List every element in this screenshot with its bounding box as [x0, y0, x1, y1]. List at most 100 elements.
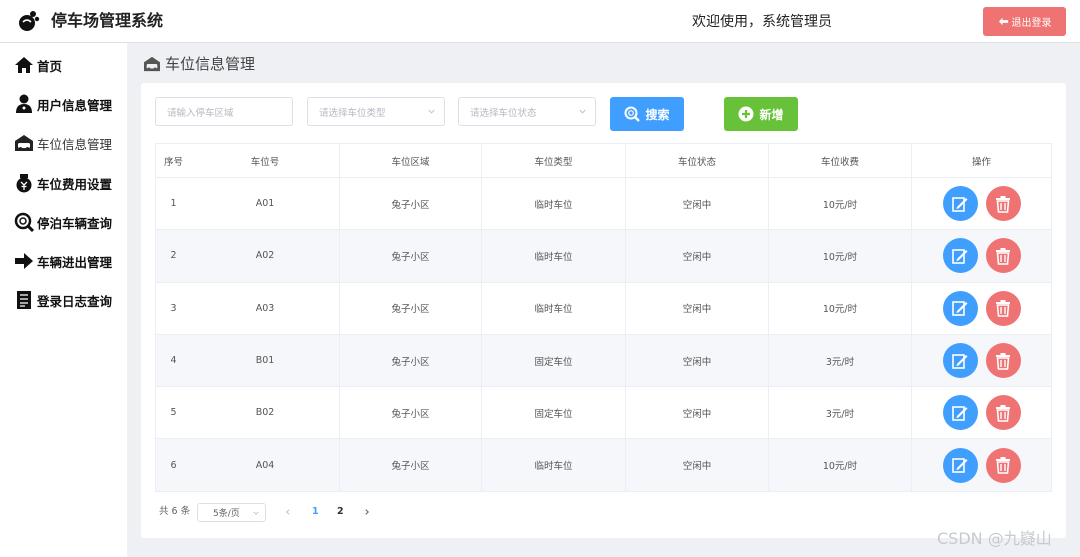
cell-area: 兔子小区	[339, 230, 481, 282]
garage-icon	[14, 133, 34, 153]
home-icon	[14, 55, 34, 75]
cell-space-no: A03	[255, 302, 275, 314]
cell-area: 兔子小区	[339, 282, 481, 334]
user-icon	[14, 94, 34, 114]
cell-area: 兔子小区	[339, 439, 481, 491]
sidebar-item-vehicle-in-out[interactable]: 车辆进出管理	[0, 244, 127, 278]
cell-status: 空闲中	[625, 439, 768, 491]
cell-fee: 10元/时	[768, 439, 911, 491]
cell-actions	[911, 282, 1051, 334]
top-header: 停车场管理系统 欢迎使用，系统管理员 退出登录	[0, 0, 1080, 43]
cell-type: 固定车位	[481, 334, 625, 387]
type-select[interactable]: 请选择车位类型	[307, 97, 445, 126]
cell-index: 2	[170, 250, 177, 262]
edit-button[interactable]	[942, 447, 978, 483]
edit-button[interactable]	[942, 290, 978, 326]
area-input[interactable]: 请输入停车区域	[155, 97, 293, 126]
parking-table: 序号 车位号 车位区域 车位类型 车位状态 车位收费 操作 1 A01 兔子小区…	[155, 143, 1052, 492]
page-1-button[interactable]: 1	[312, 503, 319, 521]
edit-button[interactable]	[942, 343, 978, 379]
cell-area: 兔子小区	[339, 334, 481, 387]
trash-icon	[996, 457, 1010, 474]
type-select-placeholder: 请选择车位类型	[319, 107, 386, 119]
logo-icon	[19, 11, 40, 31]
cell-status: 空闲中	[625, 387, 768, 439]
add-button[interactable]: 新增	[724, 97, 798, 131]
cell-space-no: A04	[255, 459, 275, 471]
cell-type: 临时车位	[481, 439, 625, 491]
header-actions: 操作	[911, 144, 1051, 177]
sidebar-item-label: 首页	[37, 58, 63, 74]
sidebar-item-users[interactable]: 用户信息管理	[0, 87, 127, 121]
sidebar-item-label: 登录日志查询	[37, 293, 113, 309]
cell-index: 5	[170, 407, 177, 419]
delete-button[interactable]	[985, 238, 1021, 274]
sidebar-item-fee-settings[interactable]: 车位费用设置	[0, 166, 127, 200]
delete-button[interactable]	[985, 343, 1021, 379]
delete-button[interactable]	[985, 447, 1021, 483]
cell-index: 6	[170, 459, 177, 471]
edit-button[interactable]	[942, 186, 978, 222]
cell-actions	[911, 334, 1051, 387]
cell-index: 1	[170, 198, 177, 210]
header-fee: 车位收费	[768, 144, 911, 177]
cell-fee: 10元/时	[768, 178, 911, 230]
header-type: 车位类型	[481, 144, 625, 177]
table-row: 5 B02 兔子小区 固定车位 空闲中 3元/时	[156, 387, 1051, 440]
edit-icon	[952, 301, 968, 317]
cell-actions	[911, 439, 1051, 491]
table-row: 2 A02 兔子小区 临时车位 空闲中 10元/时	[156, 230, 1051, 283]
cell-status: 空闲中	[625, 178, 768, 230]
sidebar-item-home[interactable]: 首页	[0, 48, 127, 82]
page-title: 车位信息管理	[143, 54, 255, 74]
sidebar-item-parked-vehicles[interactable]: 停泊车辆查询	[0, 205, 127, 239]
cell-fee: 10元/时	[768, 230, 911, 282]
sidebar-item-login-logs[interactable]: 登录日志查询	[0, 283, 127, 317]
fee-icon	[14, 173, 34, 193]
edit-button[interactable]	[942, 395, 978, 431]
delete-button[interactable]	[985, 395, 1021, 431]
cell-fee: 3元/时	[768, 334, 911, 387]
logout-icon	[998, 17, 1008, 26]
cell-index: 3	[170, 302, 177, 314]
cell-area: 兔子小区	[339, 387, 481, 439]
page-2-button[interactable]: 2	[337, 503, 344, 521]
cell-space-no: A01	[255, 198, 275, 210]
sidebar-item-parking-spaces[interactable]: 车位信息管理	[0, 126, 127, 160]
edit-icon	[952, 406, 968, 421]
cell-actions	[911, 230, 1051, 282]
chevron-left-icon[interactable]	[284, 508, 292, 516]
logout-button[interactable]: 退出登录	[983, 7, 1066, 36]
trash-icon	[996, 247, 1010, 265]
edit-icon	[952, 196, 968, 212]
search-button-label: 搜索	[645, 107, 670, 122]
cell-type: 固定车位	[481, 387, 625, 439]
page-size-select[interactable]: 5条/页	[197, 503, 266, 522]
delete-button[interactable]	[985, 290, 1021, 326]
table-header: 序号 车位号 车位区域 车位类型 车位状态 车位收费 操作	[156, 144, 1051, 178]
trash-icon	[996, 300, 1010, 318]
page-size-value: 5条/页	[213, 509, 240, 519]
cell-status: 空闲中	[625, 282, 768, 334]
cell-space-no: A02	[255, 250, 275, 262]
sidebar: 首页 用户信息管理 车位信息管理 车位费用设置 停泊车辆查询 车辆进出管理 登录…	[0, 43, 127, 557]
chevron-right-icon[interactable]	[363, 508, 371, 516]
cell-area: 兔子小区	[339, 178, 481, 230]
pagination-total: 共 6 条	[159, 506, 191, 517]
sidebar-item-label: 车辆进出管理	[37, 254, 113, 270]
arrow-right-icon	[14, 251, 34, 271]
garage-icon	[144, 56, 160, 72]
cell-type: 临时车位	[481, 282, 625, 334]
sidebar-item-label: 用户信息管理	[37, 97, 113, 113]
edit-button[interactable]	[942, 238, 978, 274]
status-select[interactable]: 请选择车位状态	[458, 97, 596, 126]
trash-icon	[996, 352, 1010, 370]
chevron-down-icon	[428, 109, 435, 114]
chevron-down-icon	[253, 511, 259, 515]
table-row: 1 A01 兔子小区 临时车位 空闲中 10元/时	[156, 178, 1051, 231]
table-row: 4 B01 兔子小区 固定车位 空闲中 3元/时	[156, 334, 1051, 388]
cell-fee: 10元/时	[768, 282, 911, 334]
edit-icon	[952, 249, 968, 264]
search-button[interactable]: 搜索	[610, 97, 684, 131]
delete-button[interactable]	[985, 186, 1021, 222]
